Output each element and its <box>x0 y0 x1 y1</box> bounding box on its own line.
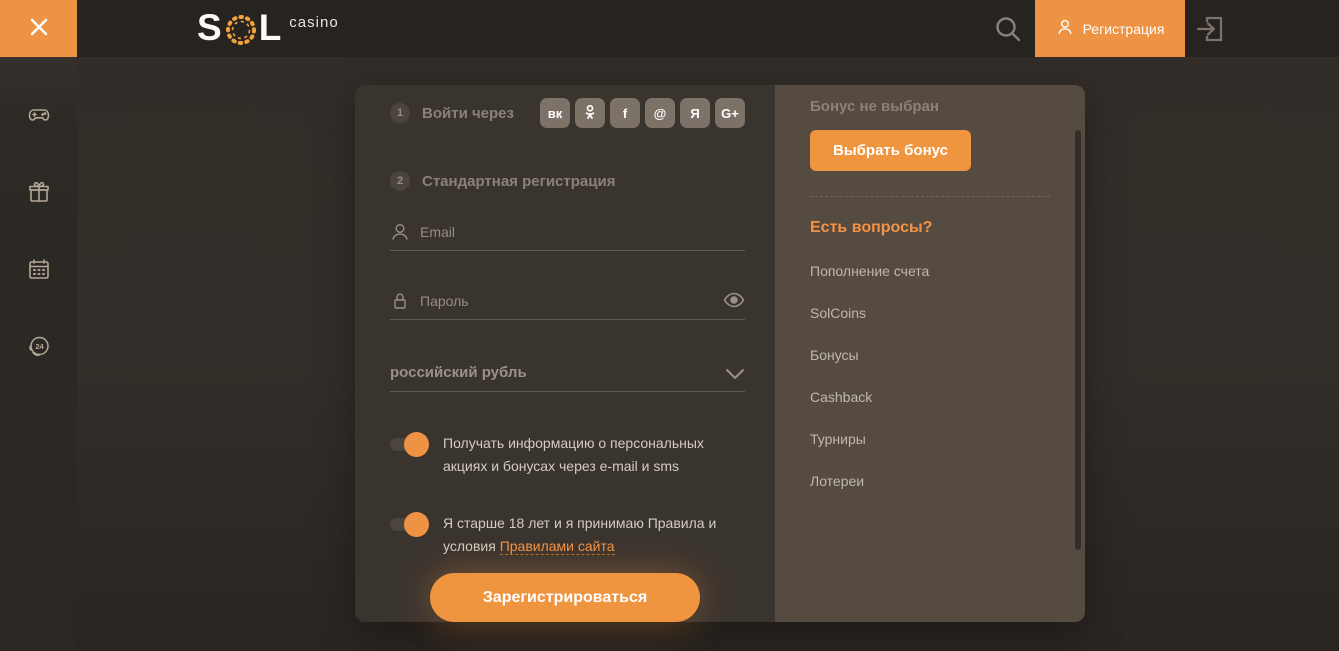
social-ok-button[interactable] <box>575 98 605 128</box>
person-icon <box>1056 18 1074 39</box>
bonus-panel-scrollbar[interactable] <box>1075 130 1081 550</box>
social-vk-button[interactable]: вк <box>540 98 570 128</box>
step2-label: Стандартная регистрация <box>422 173 615 190</box>
facebook-icon: f <box>623 106 627 121</box>
site-rules-link[interactable]: Правилами сайта <box>500 538 615 555</box>
question-link-bonuses[interactable]: Бонусы <box>810 347 1050 363</box>
bonus-panel: Бонус не выбран Выбрать бонус Есть вопро… <box>775 85 1085 622</box>
odnoklassniki-icon <box>582 104 598 123</box>
lock-icon <box>390 291 410 311</box>
step1-row: 1 Войти через вк f @ Я G+ <box>390 85 745 128</box>
promo-toggle[interactable] <box>390 438 426 451</box>
social-login-group: вк f @ Я G+ <box>540 98 745 128</box>
registration-label: Регистрация <box>1083 21 1165 37</box>
close-icon <box>28 16 50 41</box>
step1-label: Войти через <box>422 105 514 122</box>
question-link-cashback[interactable]: Cashback <box>810 389 1050 405</box>
step1-badge: 1 <box>390 103 410 123</box>
sidebar-item-tournaments[interactable] <box>27 257 51 281</box>
question-link-deposit[interactable]: Пополнение счета <box>810 263 1050 279</box>
question-link-tournaments[interactable]: Турниры <box>810 431 1050 447</box>
promo-toggle-label: Получать информацию о персональных акция… <box>443 432 718 478</box>
show-password-button[interactable] <box>723 292 745 310</box>
email-field-row <box>390 222 745 251</box>
toggle-knob <box>404 512 429 537</box>
age-toggle-label: Я старше 18 лет и я принимаю Правила и у… <box>443 512 718 558</box>
bonus-status-text: Бонус не выбран <box>810 85 1050 115</box>
social-yandex-button[interactable]: Я <box>680 98 710 128</box>
search-icon <box>992 34 1024 49</box>
logo-casino-text: casino <box>289 14 338 31</box>
email-input[interactable] <box>420 224 745 240</box>
gift-icon <box>27 192 51 207</box>
password-field-row <box>390 291 745 320</box>
top-header: S L casino Регистрация <box>0 0 1339 57</box>
toggle-knob <box>404 432 429 457</box>
mailru-icon: @ <box>654 106 667 121</box>
close-button[interactable] <box>0 0 77 57</box>
sidebar-item-bonuses[interactable] <box>27 180 51 204</box>
sol-casino-logo[interactable]: S L casino <box>197 8 339 48</box>
google-plus-icon: G+ <box>721 106 739 121</box>
sidebar-item-support[interactable]: 24 <box>27 334 51 358</box>
submit-registration-button[interactable]: Зарегистрироваться <box>430 573 700 622</box>
password-input[interactable] <box>420 293 723 309</box>
currency-value: российский рубль <box>390 364 527 381</box>
choose-bonus-button[interactable]: Выбрать бонус <box>810 130 971 171</box>
step2-badge: 2 <box>390 171 410 191</box>
currency-select[interactable]: российский рубль <box>390 364 745 392</box>
question-link-solcoins[interactable]: SolCoins <box>810 305 1050 321</box>
sidebar-item-games[interactable] <box>27 103 51 127</box>
eye-icon <box>723 296 745 311</box>
login-button[interactable] <box>1194 13 1226 45</box>
yandex-icon: Я <box>690 106 699 121</box>
registration-form-panel: 1 Войти через вк f @ Я G+ 2 <box>355 85 775 622</box>
promo-toggle-row: Получать информацию о персональных акция… <box>390 432 745 478</box>
logo-letter-l: L <box>259 8 283 48</box>
calendar-icon <box>27 269 51 284</box>
step2-row: 2 Стандартная регистрация <box>390 171 745 191</box>
login-icon <box>1194 33 1226 48</box>
question-link-lotteries[interactable]: Лотереи <box>810 473 1050 489</box>
age-toggle-row: Я старше 18 лет и я принимаю Правила и у… <box>390 512 745 558</box>
search-button[interactable] <box>992 14 1024 46</box>
registration-modal: 1 Войти через вк f @ Я G+ 2 <box>355 85 1085 622</box>
logo-letter-s: S <box>197 8 223 48</box>
gamepad-icon <box>27 115 51 130</box>
social-google-button[interactable]: G+ <box>715 98 745 128</box>
registration-button[interactable]: Регистрация <box>1035 0 1185 57</box>
left-sidebar: 24 <box>0 57 77 651</box>
questions-title: Есть вопросы? <box>810 219 1050 237</box>
dashed-divider <box>810 196 1050 197</box>
age-toggle[interactable] <box>390 518 426 531</box>
user-icon <box>390 222 410 242</box>
chevron-down-icon <box>725 367 745 379</box>
support-24-icon: 24 <box>27 346 51 361</box>
sun-icon <box>224 13 258 47</box>
vk-icon: вк <box>548 106 563 121</box>
social-mailru-button[interactable]: @ <box>645 98 675 128</box>
svg-text:24: 24 <box>35 342 44 351</box>
social-facebook-button[interactable]: f <box>610 98 640 128</box>
